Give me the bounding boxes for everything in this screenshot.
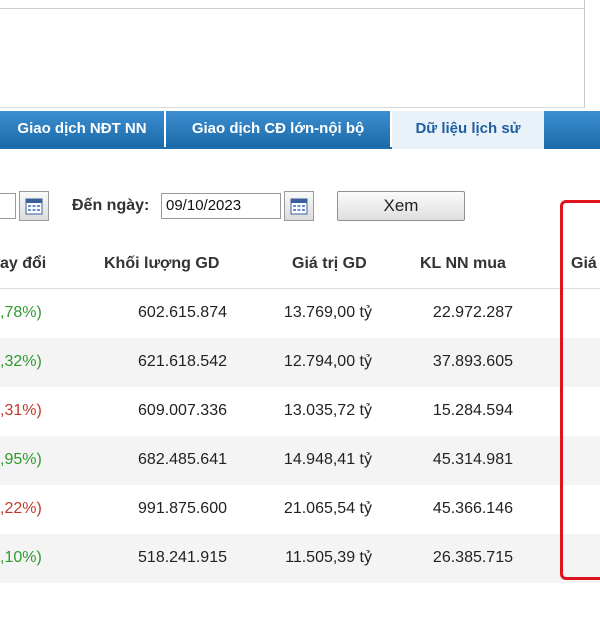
volume-cell: 682.485.641 bbox=[138, 451, 227, 468]
calendar-icon bbox=[25, 198, 43, 215]
to-date-calendar-button[interactable] bbox=[284, 191, 314, 221]
volume-cell: 621.618.542 bbox=[138, 353, 227, 370]
from-date-calendar-button[interactable] bbox=[19, 191, 49, 221]
view-button[interactable]: Xem bbox=[337, 191, 465, 221]
change-cell: ,31%) bbox=[0, 402, 42, 419]
change-cell: ,10%) bbox=[0, 549, 42, 566]
table-row: ,32%) 621.618.542 12.794,00 tỷ 37.893.60… bbox=[0, 338, 600, 387]
foreign-buy-cell: 37.893.605 bbox=[432, 353, 513, 370]
column-header-change: ay đổi bbox=[0, 255, 47, 272]
table-row: ,31%) 609.007.336 13.035,72 tỷ 15.284.59… bbox=[0, 387, 600, 436]
column-header-value: Giá trị GD bbox=[292, 255, 367, 272]
foreign-buy-cell: 45.314.981 bbox=[432, 451, 513, 468]
tab-major-shareholder[interactable]: Giao dịch CĐ lớn-nội bộ bbox=[166, 111, 392, 147]
highlight-annotation-box bbox=[560, 200, 600, 580]
table-row-partial bbox=[0, 583, 600, 632]
tab-historical-data[interactable]: Dữ liệu lịch sử bbox=[392, 111, 544, 149]
volume-cell: 602.615.874 bbox=[138, 304, 227, 321]
to-date-input[interactable]: 09/10/2023 bbox=[161, 193, 281, 219]
value-cell: 13.769,00 tỷ bbox=[283, 304, 372, 321]
value-cell: 12.794,00 tỷ bbox=[283, 353, 372, 370]
value-cell: 13.035,72 tỷ bbox=[283, 402, 372, 419]
tab-foreign-investor[interactable]: Giao dịch NĐT NN bbox=[0, 111, 166, 147]
value-cell: 14.948,41 tỷ bbox=[283, 451, 372, 468]
foreign-buy-cell: 15.284.594 bbox=[432, 402, 513, 419]
table-row: ,10%) 518.241.915 11.505,39 tỷ 26.385.71… bbox=[0, 534, 600, 583]
foreign-buy-cell: 26.385.715 bbox=[432, 549, 513, 566]
volume-cell: 609.007.336 bbox=[138, 402, 227, 419]
foreign-buy-cell: 22.972.287 bbox=[432, 304, 513, 321]
volume-cell: 518.241.915 bbox=[138, 549, 227, 566]
column-header-foreign-buy: KL NN mua bbox=[420, 255, 506, 272]
change-cell: ,78%) bbox=[0, 304, 42, 321]
value-cell: 21.065,54 tỷ bbox=[283, 500, 372, 517]
to-date-label: Đến ngày: bbox=[72, 197, 150, 214]
change-cell: ,32%) bbox=[0, 353, 42, 370]
table-row: ,95%) 682.485.641 14.948,41 tỷ 45.314.98… bbox=[0, 436, 600, 485]
volume-cell: 991.875.600 bbox=[138, 500, 227, 517]
header-rule bbox=[0, 8, 584, 9]
value-cell: 11.505,39 tỷ bbox=[285, 549, 372, 566]
change-cell: ,22%) bbox=[0, 500, 42, 517]
calendar-icon bbox=[290, 198, 308, 215]
page-header-area bbox=[0, 0, 585, 108]
from-date-input[interactable] bbox=[0, 193, 16, 219]
table-row: ,22%) 991.875.600 21.065,54 tỷ 45.366.14… bbox=[0, 485, 600, 534]
tab-strip-end bbox=[544, 111, 600, 149]
foreign-buy-cell: 45.366.146 bbox=[432, 500, 513, 517]
change-cell: ,95%) bbox=[0, 451, 42, 468]
table-row: ,78%) 602.615.874 13.769,00 tỷ 22.972.28… bbox=[0, 289, 600, 338]
column-header-volume: Khối lượng GD bbox=[104, 255, 220, 272]
